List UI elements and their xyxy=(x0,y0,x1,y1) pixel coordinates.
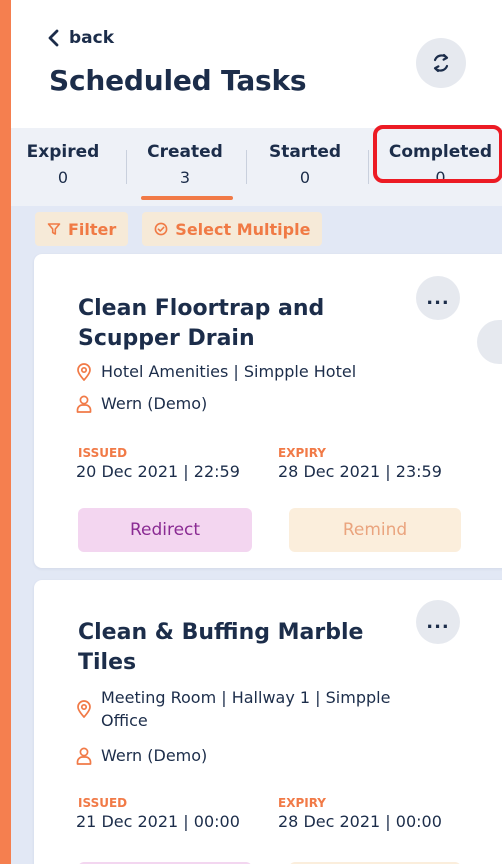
map-pin-icon xyxy=(77,363,91,381)
card-actions: Redirect Remind xyxy=(34,508,502,552)
assignee-text: Wern (Demo) xyxy=(101,746,208,765)
refresh-button[interactable] xyxy=(416,38,466,88)
expiry-label: EXPIRY xyxy=(278,446,326,460)
task-location: Meeting Room | Hallway 1 | Simpple Offic… xyxy=(76,686,406,732)
location-text: Meeting Room | Hallway 1 | Simpple Offic… xyxy=(101,688,391,730)
user-icon xyxy=(76,747,92,765)
more-options-button[interactable]: ... xyxy=(416,276,460,320)
tab-label: Created xyxy=(147,142,223,162)
task-assignee: Wern (Demo) xyxy=(76,392,207,415)
tab-started[interactable]: Started 0 xyxy=(257,142,353,187)
tab-divider xyxy=(126,150,127,184)
task-assignee: Wern (Demo) xyxy=(76,744,207,767)
tab-expired[interactable]: Expired 0 xyxy=(11,142,115,187)
active-tab-indicator xyxy=(141,196,233,200)
tab-label: Expired xyxy=(26,142,100,162)
back-label: back xyxy=(69,28,115,48)
refresh-icon xyxy=(433,53,449,73)
filter-label: Filter xyxy=(68,219,117,239)
completed-tab-highlight xyxy=(373,125,502,183)
expiry-value: 28 Dec 2021 | 23:59 xyxy=(278,462,442,481)
task-card[interactable]: ... Clean Floortrap and Scupper Drain Ho… xyxy=(34,254,502,568)
filter-button[interactable]: Filter xyxy=(35,212,129,246)
tab-divider xyxy=(246,150,247,184)
header: back Scheduled Tasks xyxy=(11,0,502,128)
funnel-icon xyxy=(47,223,61,235)
tab-label: Started xyxy=(268,142,342,162)
toolbar: Filter Select Multiple xyxy=(35,212,323,246)
location-text: Hotel Amenities | Simpple Hotel xyxy=(101,362,357,381)
task-title: Clean & Buffing Marble Tiles xyxy=(78,620,364,675)
tab-divider xyxy=(368,150,369,184)
back-button[interactable]: back xyxy=(47,28,114,48)
issued-value: 20 Dec 2021 | 22:59 xyxy=(76,462,240,481)
task-location: Hotel Amenities | Simpple Hotel xyxy=(76,360,476,383)
remind-button[interactable]: Remind xyxy=(289,508,461,552)
tab-created[interactable]: Created 3 xyxy=(137,142,233,187)
issued-value: 21 Dec 2021 | 00:00 xyxy=(76,812,240,831)
assignee-text: Wern (Demo) xyxy=(101,394,208,413)
chevron-left-icon xyxy=(48,29,59,47)
task-card[interactable]: ... Clean & Buffing Marble Tiles Meeting… xyxy=(34,580,502,864)
issued-label: ISSUED xyxy=(78,446,128,460)
page-title: Scheduled Tasks xyxy=(49,64,307,97)
select-multiple-button[interactable]: Select Multiple xyxy=(142,212,323,246)
task-title: Clean Floortrap and Scupper Drain xyxy=(78,296,325,351)
expiry-value: 28 Dec 2021 | 00:00 xyxy=(278,812,442,831)
select-multiple-label: Select Multiple xyxy=(175,219,311,239)
tab-count: 0 xyxy=(57,168,69,187)
tab-count: 0 xyxy=(299,168,311,187)
check-circle-icon xyxy=(154,222,168,236)
user-icon xyxy=(76,395,92,413)
app-screen: back Scheduled Tasks Expired 0 Created 3… xyxy=(11,0,502,864)
redirect-button[interactable]: Redirect xyxy=(78,508,252,552)
expiry-label: EXPIRY xyxy=(278,796,326,810)
tab-count: 3 xyxy=(179,168,191,187)
map-pin-icon xyxy=(77,700,91,718)
issued-label: ISSUED xyxy=(78,796,128,810)
more-options-button[interactable]: ... xyxy=(416,600,460,644)
